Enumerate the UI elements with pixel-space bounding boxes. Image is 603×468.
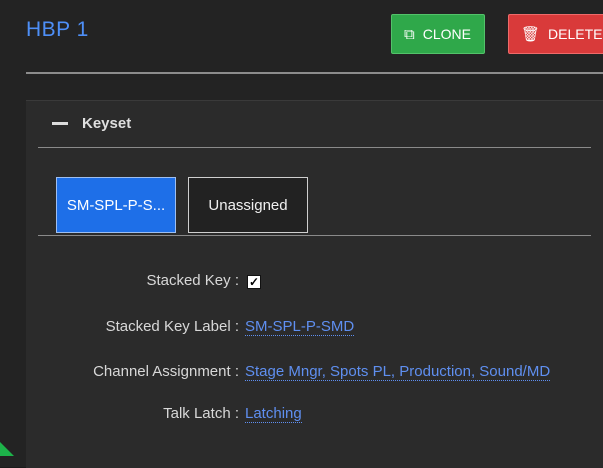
tab-sm-spl-p-s[interactable]: SM-SPL-P-S... (56, 177, 176, 233)
stacked-key-checkbox[interactable]: ✓ (247, 275, 261, 289)
corner-accent-top (0, 0, 23, 22)
talk-latch-value[interactable]: Latching (245, 405, 302, 423)
talk-latch-label: Talk Latch : (163, 405, 239, 422)
stacked-key-label: Stacked Key : (146, 272, 239, 289)
trash-icon: 🗑 (521, 25, 541, 43)
keyset-tabs: SM-SPL-P-S... Unassigned (56, 177, 308, 235)
talk-latch-row: Talk Latch : Latching (26, 405, 603, 427)
channel-assignment-label: Channel Assignment : (93, 363, 239, 380)
panel-divider (38, 147, 591, 148)
keyset-panel: Keyset SM-SPL-P-S... Unassigned Stacked … (26, 100, 603, 468)
page-title: HBP 1 (26, 18, 89, 41)
delete-button-label: DELETE (548, 26, 603, 42)
tab-unassigned[interactable]: Unassigned (188, 177, 308, 233)
tabs-divider (38, 235, 591, 236)
delete-button[interactable]: 🗑 DELETE (508, 14, 603, 54)
collapse-icon[interactable] (52, 121, 68, 125)
header-divider (26, 72, 603, 74)
stacked-key-row: Stacked Key : ✓ (26, 272, 603, 294)
stacked-key-label-row: Stacked Key Label : SM-SPL-P-SMD (26, 318, 603, 340)
channel-assignment-value[interactable]: Stage Mngr, Spots PL, Production, Sound/… (245, 363, 551, 381)
corner-accent-bottom (0, 440, 14, 456)
keyset-panel-title: Keyset (82, 114, 132, 132)
stacked-key-label-value[interactable]: SM-SPL-P-SMD (245, 318, 355, 336)
app-window: HBP 1 ⧉ CLONE 🗑 DELETE Keyset SM-SPL-P-S… (0, 0, 603, 468)
header: HBP 1 ⧉ CLONE 🗑 DELETE (26, 0, 603, 68)
stacked-key-label-label: Stacked Key Label : (105, 318, 239, 335)
channel-assignment-row: Channel Assignment : Stage Mngr, Spots P… (26, 363, 603, 385)
clone-button[interactable]: ⧉ CLONE (391, 14, 485, 54)
keyset-panel-header[interactable]: Keyset (26, 101, 603, 145)
copy-icon: ⧉ (404, 25, 415, 43)
clone-button-label: CLONE (422, 26, 471, 42)
